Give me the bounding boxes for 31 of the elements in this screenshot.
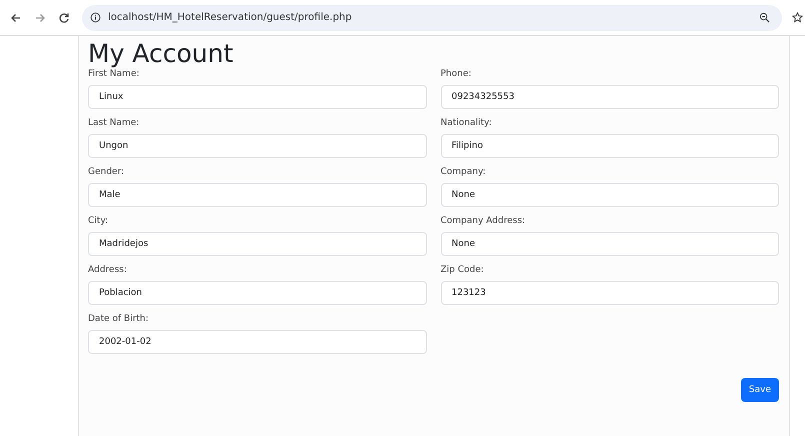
field-label: First Name:: [88, 68, 140, 80]
field-label: Phone:: [440, 68, 472, 80]
reload-icon[interactable]: [58, 12, 70, 24]
field-label: Zip Code:: [440, 264, 485, 276]
input-field[interactable]: None: [440, 232, 779, 256]
star-icon[interactable]: [792, 12, 803, 23]
input-field[interactable]: 123123: [440, 281, 779, 305]
input-field[interactable]: Linux: [88, 85, 426, 109]
input-field[interactable]: Male: [88, 183, 426, 207]
zoom-icon[interactable]: [759, 12, 770, 23]
field-label: Date of Birth:: [88, 313, 150, 325]
field-label: Gender:: [88, 166, 126, 178]
input-field[interactable]: Madridejos: [88, 232, 426, 256]
field-label: Last Name:: [88, 117, 140, 129]
forward-icon[interactable]: [34, 12, 46, 24]
info-icon[interactable]: [90, 12, 101, 23]
input-field[interactable]: Poblacion: [88, 281, 426, 305]
back-icon[interactable]: [10, 12, 22, 24]
save-button[interactable]: Save: [740, 378, 779, 402]
field-label: Company Address:: [440, 215, 526, 227]
field-label: City:: [88, 215, 110, 227]
field-label: Nationality:: [440, 117, 493, 129]
input-field[interactable]: None: [440, 183, 779, 207]
address-bar[interactable]: localhost/HM_HotelReservation/guest/profile.php: [82, 4, 782, 30]
input-field[interactable]: Ungon: [88, 134, 426, 158]
input-field[interactable]: 2002-01-02: [88, 330, 426, 354]
input-field[interactable]: 09234325553: [440, 85, 779, 109]
page-title: My Account: [88, 40, 234, 68]
input-field[interactable]: Filipino: [440, 134, 779, 158]
field-label: Company:: [440, 166, 487, 178]
field-label: Address:: [88, 264, 128, 276]
